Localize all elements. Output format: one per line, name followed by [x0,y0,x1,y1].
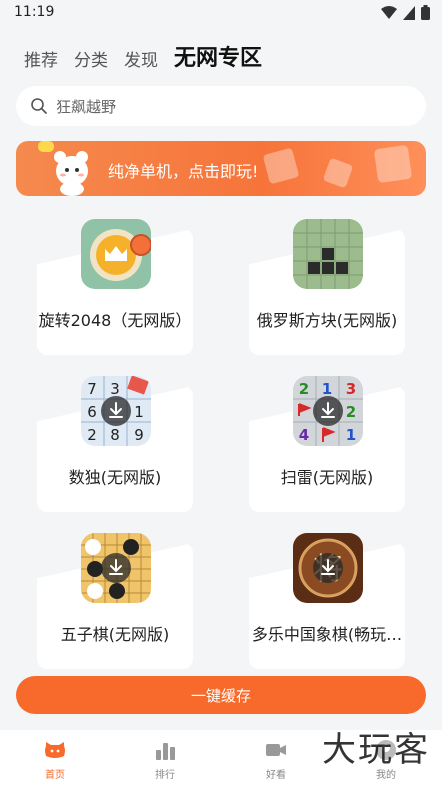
banner-text: 纯净单机，点击即玩! [108,162,259,181]
home-cat-icon [45,742,65,758]
game-title: 多乐中国象棋(畅玩… [251,625,403,644]
game-card-rotate-2048[interactable]: 旋转2048（无网版） [37,219,193,355]
tab-offline-zone[interactable]: 无网专区 [174,44,262,74]
mine-digit: 2 [299,380,309,398]
nav-label: 好看 [266,770,286,781]
download-icon [101,553,131,583]
signal-icon [403,5,415,20]
game-card-chinese-chess[interactable]: 将 多乐中国象棋(畅玩… [249,533,405,669]
sudoku-digit: 2 [87,426,97,444]
download-icon [313,396,343,426]
game-card-gomoku[interactable]: 五子棋(无网版) [37,533,193,669]
chinese-chess-icon: 将 [293,533,363,603]
video-icon [266,744,286,756]
tab-recommend[interactable]: 推荐 [24,48,58,74]
nav-video[interactable]: 好看 [246,738,306,781]
mine-digit: 4 [299,426,309,444]
top-tabs: 推荐 分类 发现 无网专区 [24,40,262,74]
one-click-cache-button[interactable]: 一键缓存 [16,676,426,714]
sudoku-digit: 1 [134,403,144,421]
status-time: 11:19 [14,4,55,20]
game-title: 旋转2048（无网版） [38,311,192,330]
game-title: 俄罗斯方块(无网版) [256,311,398,330]
game-card-minesweeper[interactable]: 2 1 3 2 4 1 扫雷(无网版) [249,376,405,512]
nav-home[interactable]: 首页 [25,738,85,781]
ranking-icon [156,743,175,760]
game-title: 五子棋(无网版) [60,625,170,644]
offline-banner[interactable]: 纯净单机，点击即玩! [16,141,426,196]
search-input[interactable]: 狂飙越野 [16,86,426,126]
nav-label: 排行 [155,770,175,781]
tab-category[interactable]: 分类 [74,48,108,74]
game-card-tetris[interactable]: 俄罗斯方块(无网版) [249,219,405,355]
nav-label: 首页 [45,770,65,781]
mascot-icon [38,141,88,196]
status-bar: 11:19 [0,0,442,26]
sudoku-digit: 6 [87,403,97,421]
search-icon [31,98,47,114]
banner-decoration [263,145,412,188]
wifi-icon [381,5,397,19]
download-icon [313,553,343,583]
gomoku-icon [81,533,151,603]
status-icons [381,5,430,20]
nav-ranking[interactable]: 排行 [135,738,195,781]
download-icon [101,396,131,426]
search-placeholder: 狂飙越野 [56,97,117,116]
rotate-2048-icon [81,219,151,289]
sudoku-digit: 8 [110,426,120,444]
game-title: 数独(无网版) [68,468,162,487]
game-card-sudoku[interactable]: 7 3 6 1 2 8 9 数独(无网版) [37,376,193,512]
tab-discover[interactable]: 发现 [124,48,158,74]
game-title: 扫雷(无网版) [280,468,374,487]
sudoku-icon: 7 3 6 1 2 8 9 [81,376,151,446]
battery-icon [421,5,430,20]
watermark: 大玩客 [322,730,430,770]
sudoku-digit: 7 [87,380,97,398]
mine-digit: 3 [346,380,356,398]
minesweeper-icon: 2 1 3 2 4 1 [293,376,363,446]
tetris-icon [293,219,363,289]
sudoku-digit: 9 [134,426,144,444]
mine-digit: 2 [346,403,356,421]
mine-digit: 1 [346,426,356,444]
